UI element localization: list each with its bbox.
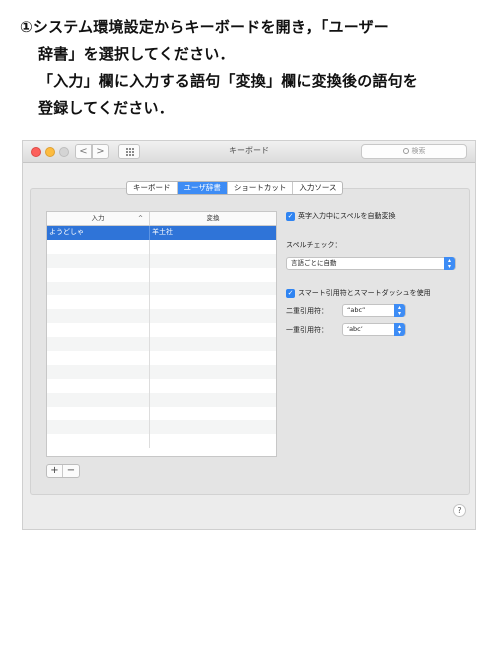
cell-convert[interactable] xyxy=(150,240,276,254)
cell-input[interactable] xyxy=(47,309,150,324)
table-row[interactable] xyxy=(47,406,276,421)
cell-input[interactable] xyxy=(47,392,150,407)
column-header-input[interactable]: 入力 ^ xyxy=(47,212,150,225)
cell-convert[interactable] xyxy=(150,393,276,407)
table-row[interactable] xyxy=(47,323,276,338)
tab-keyboard[interactable]: キーボード xyxy=(127,182,178,194)
single-quote-value: ‘abc’ xyxy=(347,325,363,333)
table-row[interactable] xyxy=(47,281,276,296)
cell-input[interactable] xyxy=(47,323,150,338)
search-icon xyxy=(402,148,409,154)
cell-convert[interactable] xyxy=(150,351,276,365)
table-row[interactable] xyxy=(47,267,276,282)
table-row[interactable] xyxy=(47,239,276,254)
cell-convert[interactable]: 羊土社 xyxy=(150,226,276,240)
cell-input[interactable]: ようどしゃ xyxy=(47,226,150,240)
cell-convert[interactable] xyxy=(150,365,276,379)
table-row[interactable] xyxy=(47,434,276,449)
search-placeholder: 検索 xyxy=(411,147,426,155)
checkmark-icon: ✓ xyxy=(286,211,295,221)
search-field[interactable]: 検索 xyxy=(361,144,467,159)
instruction-line-1: ①システム環境設定からキーボードを開き，「ユーザー xyxy=(20,18,390,36)
table-row[interactable] xyxy=(47,295,276,310)
cell-input[interactable] xyxy=(47,406,150,421)
cell-input[interactable] xyxy=(47,420,150,435)
sort-ascending-icon: ^ xyxy=(137,215,143,222)
table-row[interactable] xyxy=(47,253,276,268)
cell-input[interactable] xyxy=(47,239,150,254)
cell-input[interactable] xyxy=(47,378,150,393)
table-row[interactable]: ようどしゃ 羊土社 xyxy=(47,226,276,240)
smart-quotes-checkbox[interactable]: ✓ スマート引用符とスマートダッシュを使用 xyxy=(286,288,431,298)
table-row[interactable] xyxy=(47,364,276,379)
column-input-label: 入力 xyxy=(91,214,105,222)
chevron-updown-icon: ▴ ▾ xyxy=(444,257,455,270)
table-header: 入力 ^ 変換 xyxy=(47,212,276,226)
instruction-line-4: 登録してください． xyxy=(38,99,174,117)
double-quote-value: “abc” xyxy=(347,306,366,314)
checkmark-icon: ✓ xyxy=(286,288,295,298)
help-button[interactable]: ? xyxy=(453,504,466,517)
remove-entry-button[interactable]: − xyxy=(63,465,79,477)
double-quote-label: 二重引用符： xyxy=(286,307,328,315)
table-row[interactable] xyxy=(47,378,276,393)
chevron-updown-icon: ▴ ▾ xyxy=(394,323,405,336)
auto-convert-label: 英字入力中にスペルを自動変換 xyxy=(298,212,396,220)
table-row[interactable] xyxy=(47,351,276,365)
dictionary-table[interactable]: 入力 ^ 変換 ようどしゃ 羊土社 xyxy=(46,211,277,457)
cell-convert[interactable] xyxy=(150,337,276,351)
spellcheck-popup[interactable]: 言語ごとに自動 ▴ ▾ xyxy=(286,257,456,270)
cell-input[interactable] xyxy=(47,364,150,379)
cell-convert[interactable] xyxy=(150,295,276,309)
double-quote-popup[interactable]: “abc” ▴ ▾ xyxy=(342,304,406,317)
table-row[interactable] xyxy=(47,392,276,407)
column-header-convert[interactable]: 変換 xyxy=(150,212,276,225)
spellcheck-label: スペルチェック： xyxy=(286,241,342,249)
cell-convert[interactable] xyxy=(150,309,276,323)
instruction-text: ①システム環境設定からキーボードを開き，「ユーザー 辞書」を選択してください． … xyxy=(20,14,490,122)
tab-bar: キーボード ユーザ辞書 ショートカット 入力ソース xyxy=(126,181,344,195)
tab-shortcuts[interactable]: ショートカット xyxy=(228,182,294,194)
cell-convert[interactable] xyxy=(150,420,276,434)
user-dictionary-panel: 入力 ^ 変換 ようどしゃ 羊土社 + − ✓ 英字入力中にスペルを自動変換 ス… xyxy=(30,188,470,495)
table-row[interactable] xyxy=(47,337,276,352)
cell-convert[interactable] xyxy=(150,254,276,268)
cell-input[interactable] xyxy=(47,434,150,449)
cell-input[interactable] xyxy=(47,267,150,282)
smart-quotes-label: スマート引用符とスマートダッシュを使用 xyxy=(298,289,431,297)
cell-convert[interactable] xyxy=(150,434,276,448)
cell-input[interactable] xyxy=(47,295,150,310)
cell-convert[interactable] xyxy=(150,407,276,421)
single-quote-popup[interactable]: ‘abc’ ▴ ▾ xyxy=(342,323,406,336)
cell-input[interactable] xyxy=(47,253,150,268)
tab-user-dictionary[interactable]: ユーザ辞書 xyxy=(177,182,228,194)
auto-convert-checkbox[interactable]: ✓ 英字入力中にスペルを自動変換 xyxy=(286,211,396,221)
table-row[interactable] xyxy=(47,309,276,324)
cell-convert[interactable] xyxy=(150,323,276,337)
cell-input[interactable] xyxy=(47,351,150,365)
cell-convert[interactable] xyxy=(150,379,276,393)
instruction-line-2: 辞書」を選択してください． xyxy=(38,45,235,63)
cell-input[interactable] xyxy=(47,281,150,296)
cell-convert[interactable] xyxy=(150,282,276,296)
add-remove-control: + − xyxy=(46,464,80,478)
single-quote-label: 一重引用符： xyxy=(286,326,328,334)
cell-input[interactable] xyxy=(47,337,150,352)
spellcheck-value: 言語ごとに自動 xyxy=(291,259,337,267)
add-entry-button[interactable]: + xyxy=(47,465,63,477)
table-row[interactable] xyxy=(47,420,276,435)
chevron-updown-icon: ▴ ▾ xyxy=(394,304,405,317)
tab-input-sources[interactable]: 入力ソース xyxy=(293,182,342,194)
cell-convert[interactable] xyxy=(150,268,276,282)
titlebar: < > キーボード 検索 xyxy=(23,141,475,163)
keyboard-preferences-window: < > キーボード 検索 キーボード ユーザ辞書 ショートカット 入力ソース 入… xyxy=(22,140,476,530)
instruction-line-3: 「入力」欄に入力する語句「変換」欄に変換後の語句を xyxy=(38,72,419,90)
